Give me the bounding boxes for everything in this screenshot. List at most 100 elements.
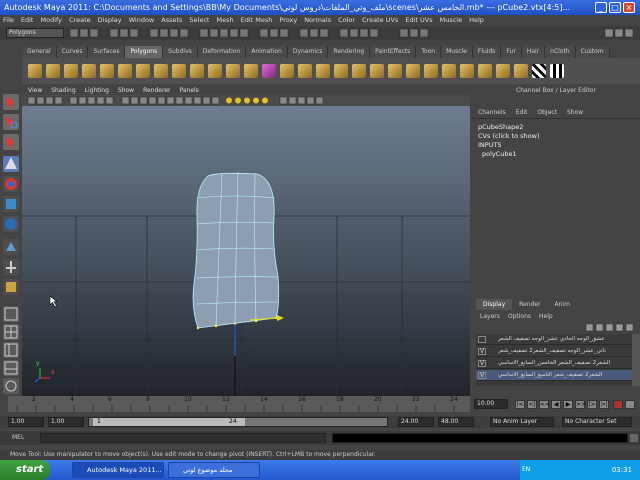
rotate-tool-icon[interactable] (3, 176, 19, 192)
insert-edge-loop-icon[interactable] (334, 64, 348, 78)
split-icon[interactable] (316, 64, 330, 78)
menu-normals[interactable]: Normals (304, 15, 331, 26)
menu-set-dropdown[interactable]: Polygons (6, 28, 64, 38)
uv-cylindrical-icon[interactable] (478, 64, 492, 78)
menu-assets[interactable]: Assets (161, 15, 182, 26)
play-forward-button[interactable]: ▶ (563, 400, 573, 409)
uv-spherical-icon[interactable] (496, 64, 510, 78)
panel-menu-lighting[interactable]: Lighting (85, 86, 109, 95)
poly-torus-icon[interactable] (118, 64, 132, 78)
taskbar-maya[interactable]: Autodesk Maya 2011... (72, 462, 164, 478)
menu-create[interactable]: Create (69, 15, 91, 26)
layer-row[interactable]: V ناتي_عشر_الوجه تصفيف_الشعر2 تصفيف_شعر (476, 346, 632, 357)
poly-cylinder-icon[interactable] (64, 64, 78, 78)
poly-cube-icon[interactable] (46, 64, 60, 78)
scale-tool-icon[interactable] (3, 196, 19, 212)
step-back-button[interactable]: <| (527, 400, 537, 409)
poly-cone-icon[interactable] (82, 64, 96, 78)
layer-visibility-toggle[interactable]: V (478, 348, 486, 355)
separate-icon[interactable] (226, 64, 240, 78)
go-to-start-button[interactable]: |< (515, 400, 525, 409)
triangulate-icon[interactable] (406, 64, 420, 78)
start-time-field[interactable]: 1.00 (8, 417, 44, 427)
menu-modify[interactable]: Modify (40, 15, 62, 26)
layer-tab-display[interactable]: Display (476, 299, 513, 310)
layer-visibility-toggle[interactable]: V (478, 372, 486, 379)
command-input[interactable] (40, 433, 326, 443)
hypershade-layout-icon[interactable] (3, 378, 19, 394)
poly-sphere-icon[interactable] (28, 64, 42, 78)
shelf-tab-surfaces[interactable]: Surfaces (88, 46, 126, 58)
append-icon[interactable] (298, 64, 312, 78)
auto-key-icon[interactable] (613, 400, 623, 409)
quadrangulate-icon[interactable] (424, 64, 438, 78)
shelf-tab-muscle[interactable]: Muscle (441, 46, 473, 58)
current-time-field[interactable]: 10.00 (474, 399, 508, 409)
cb-menu-object[interactable]: Object (537, 108, 557, 118)
menu-file[interactable]: File (3, 15, 14, 26)
panel-menu-shading[interactable]: Shading (51, 86, 75, 95)
shelf-tab-general[interactable]: General (22, 46, 57, 58)
menu-display[interactable]: Display (98, 15, 122, 26)
mirror-icon[interactable] (442, 64, 456, 78)
shelf-tab-dynamics[interactable]: Dynamics (287, 46, 329, 58)
shelf-tab-toon[interactable]: Toon (416, 46, 442, 58)
anim-layer-dropdown[interactable]: No Anim Layer (490, 417, 554, 427)
single-layout-icon[interactable] (3, 306, 19, 322)
paint-select-tool-icon[interactable] (3, 134, 19, 150)
menu-mesh[interactable]: Mesh (216, 15, 233, 26)
layer-menu-layers[interactable]: Layers (480, 312, 500, 322)
panel-menu-show[interactable]: Show (118, 86, 134, 95)
shelf-tab-hair[interactable]: Hair (521, 46, 546, 58)
poly-pipe-icon[interactable] (172, 64, 186, 78)
manipulator-tool-icon[interactable] (3, 216, 19, 232)
poly-helix-icon[interactable] (190, 64, 204, 78)
shelf-tab-deformation[interactable]: Deformation (197, 46, 247, 58)
bridge-icon[interactable] (280, 64, 294, 78)
layer-visibility-toggle[interactable] (478, 336, 486, 343)
perspective-viewport[interactable]: x y (22, 106, 470, 396)
layer-row[interactable]: V الشعر2 تصفيف_شعر التاسع_السابع_الاساسي (476, 370, 632, 381)
language-indicator[interactable]: EN (522, 460, 530, 480)
bevel-icon[interactable] (352, 64, 366, 78)
character-set-dropdown[interactable]: No Character Set (562, 417, 632, 427)
shelf-tab-rendering[interactable]: Rendering (328, 46, 371, 58)
range-slider-handle[interactable] (93, 418, 245, 426)
taskbar-folder[interactable]: مجلد موضوع لوتي (168, 462, 260, 478)
uv-automatic-icon[interactable] (514, 64, 528, 78)
panel-menu-view[interactable]: View (28, 86, 42, 95)
maximize-button[interactable]: □ (609, 2, 621, 13)
lasso-tool-icon[interactable] (3, 114, 19, 130)
layer-tab-anim[interactable]: Anim (548, 299, 577, 310)
close-button[interactable]: × (623, 2, 635, 13)
panel-menu-renderer[interactable]: Renderer (143, 86, 170, 95)
cb-object-name[interactable]: pCubeShape2 (478, 123, 523, 131)
shelf-tab-painteffects[interactable]: PaintEffects (370, 46, 417, 58)
extrude-icon[interactable] (262, 64, 276, 78)
playback-start-field[interactable]: 1.00 (48, 417, 84, 427)
layer-row[interactable]: عشق_الوجه الحادي عشر_الوجه تصفيف الشعر (476, 334, 632, 345)
layer-visibility-toggle[interactable]: V (478, 360, 486, 367)
end-time-field[interactable]: 48.00 (438, 417, 474, 427)
range-slider[interactable]: 1 24 (88, 417, 388, 427)
shelf-tab-animation[interactable]: Animation (246, 46, 288, 58)
soft-mod-tool-icon[interactable] (3, 239, 19, 255)
shelf-tab-fur[interactable]: Fur (501, 46, 522, 58)
start-button[interactable]: start (0, 460, 50, 480)
panel-menu-panels[interactable]: Panels (179, 86, 198, 95)
menu-color[interactable]: Color (338, 15, 355, 26)
shelf-tab-curves[interactable]: Curves (56, 46, 89, 58)
play-backward-button[interactable]: ◀ (551, 400, 561, 409)
playback-end-field[interactable]: 24.00 (398, 417, 434, 427)
checker-icon[interactable] (550, 64, 564, 78)
menu-select[interactable]: Select (189, 15, 209, 26)
menu-help[interactable]: Help (469, 15, 484, 26)
layer-menu-options[interactable]: Options (508, 312, 531, 322)
last-tool-icon[interactable] (3, 279, 19, 295)
shelf-tab-subdivs[interactable]: Subdivs (163, 46, 198, 58)
layer-row[interactable]: V الشعر2 تصفيف_الشعر الخامس_السابع_الاسا… (476, 358, 632, 369)
cb-cvs-toggle[interactable]: CVs (click to show) (478, 132, 540, 140)
merge-icon[interactable] (370, 64, 384, 78)
layer-menu-help[interactable]: Help (539, 312, 553, 322)
poly-plane-icon[interactable] (100, 64, 114, 78)
